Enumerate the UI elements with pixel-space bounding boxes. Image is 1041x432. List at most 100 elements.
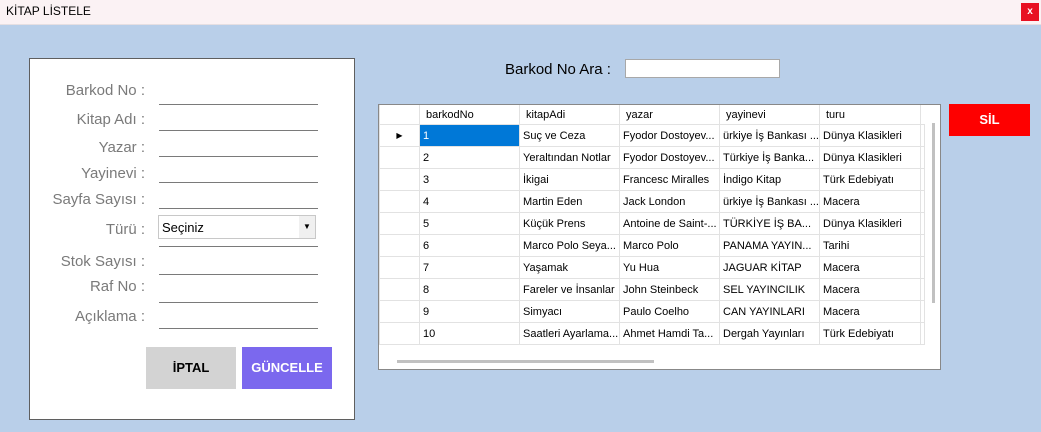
table-row[interactable]: 4 Martin Eden Jack London ürkiye İş Bankası…	[379, 190, 925, 213]
table-row[interactable]: 7 Yaşamak Yu Hua JAGUAR KİTAP Macera	[379, 256, 925, 279]
table-row[interactable]: 3 İkigai Francesc Miralles İndigo Kitap Türk…	[379, 168, 925, 191]
table-cell[interactable]: Türkiye İş Banka...	[719, 146, 820, 169]
table-cell-overflow	[920, 278, 925, 301]
yayinevi-field[interactable]	[159, 182, 318, 183]
table-cell[interactable]: İkigai	[519, 168, 620, 191]
barkod-search-input[interactable]	[625, 59, 780, 78]
table-cell[interactable]: Dergah Yayınları	[719, 322, 820, 345]
table-cell[interactable]: Macera	[819, 190, 921, 213]
aciklama-field[interactable]	[159, 328, 318, 329]
column-header[interactable]: yayinevi	[719, 105, 820, 125]
sayfa-field[interactable]	[159, 208, 318, 209]
table-cell[interactable]: Francesc Miralles	[619, 168, 720, 191]
table-cell[interactable]: Yaşamak	[519, 256, 620, 279]
table-cell[interactable]: 9	[419, 300, 520, 323]
table-cell[interactable]: Simyacı	[519, 300, 620, 323]
table-cell[interactable]: Antoine de Saint-...	[619, 212, 720, 235]
column-header[interactable]: kitapAdi	[519, 105, 620, 125]
table-cell[interactable]: Marco Polo Seya...	[519, 234, 620, 257]
yazar-label: Yazar :	[98, 139, 145, 156]
table-cell[interactable]: 7	[419, 256, 520, 279]
row-header[interactable]	[379, 212, 420, 235]
table-cell[interactable]: SEL YAYINCILIK	[719, 278, 820, 301]
vertical-scrollbar[interactable]	[932, 123, 935, 303]
current-row-arrow-icon[interactable]: ▶	[379, 124, 420, 147]
row-header[interactable]	[379, 146, 420, 169]
table-cell[interactable]: 2	[419, 146, 520, 169]
table-row[interactable]: 8 Fareler ve İnsanlar John Steinbeck SEL YA…	[379, 278, 925, 301]
table-cell[interactable]: John Steinbeck	[619, 278, 720, 301]
barkod-field[interactable]	[159, 104, 318, 105]
table-cell[interactable]: Jack London	[619, 190, 720, 213]
table-cell[interactable]: CAN YAYINLARI	[719, 300, 820, 323]
horizontal-scrollbar[interactable]	[397, 360, 654, 363]
table-cell[interactable]: PANAMA YAYIN...	[719, 234, 820, 257]
table-cell[interactable]: Fareler ve İnsanlar	[519, 278, 620, 301]
row-header[interactable]	[379, 234, 420, 257]
table-cell[interactable]: Suç ve Ceza	[519, 124, 620, 147]
table-row[interactable]: 6 Marco Polo Seya... Marco Polo PANAMA YAYI…	[379, 234, 925, 257]
table-cell[interactable]: Marco Polo	[619, 234, 720, 257]
table-row[interactable]: 10 Saatleri Ayarlama... Ahmet Hamdi Ta... D…	[379, 322, 925, 345]
row-header[interactable]	[379, 278, 420, 301]
aciklama-label: Açıklama :	[74, 308, 145, 325]
table-row[interactable]: 9 Simyacı Paulo Coelho CAN YAYINLARI Macera	[379, 300, 925, 323]
table-cell-overflow	[920, 212, 925, 235]
table-row[interactable]: 5 Küçük Prens Antoine de Saint-... TÜRKİYE …	[379, 212, 925, 235]
table-cell[interactable]: Dünya Klasikleri	[819, 212, 921, 235]
book-data-grid[interactable]: barkodNo kitapAdi yazar yayinevi turu ▶ 1…	[378, 104, 941, 370]
sil-button[interactable]: SİL	[949, 104, 1030, 136]
table-cell[interactable]: Yeraltından Notlar	[519, 146, 620, 169]
table-cell[interactable]: Saatleri Ayarlama...	[519, 322, 620, 345]
stok-label: Stok Sayısı :	[60, 253, 145, 270]
row-header[interactable]	[379, 322, 420, 345]
table-cell[interactable]: Macera	[819, 256, 921, 279]
stok-field[interactable]	[159, 274, 318, 275]
table-row[interactable]: ▶ 1 Suç ve Ceza Fyodor Dostoyev... ürkiye İş…	[379, 124, 925, 147]
column-header[interactable]: yazar	[619, 105, 720, 125]
table-cell[interactable]: ürkiye İş Bankası ...	[719, 190, 820, 213]
guncelle-button[interactable]: GÜNCELLE	[242, 347, 332, 389]
table-cell[interactable]: Martin Eden	[519, 190, 620, 213]
table-row[interactable]: 2 Yeraltından Notlar Fyodor Dostoyev... Tür…	[379, 146, 925, 169]
close-button[interactable]: x	[1021, 3, 1039, 21]
table-cell[interactable]: 4	[419, 190, 520, 213]
table-cell[interactable]: Türk Edebiyatı	[819, 322, 921, 345]
table-cell[interactable]: Dünya Klasikleri	[819, 146, 921, 169]
table-cell[interactable]: Dünya Klasikleri	[819, 124, 921, 147]
table-cell[interactable]: Ahmet Hamdi Ta...	[619, 322, 720, 345]
table-cell[interactable]: 1	[419, 124, 520, 147]
kitap-adi-field[interactable]	[159, 130, 318, 131]
table-cell[interactable]: İndigo Kitap	[719, 168, 820, 191]
table-cell[interactable]: ürkiye İş Bankası ...	[719, 124, 820, 147]
row-header[interactable]	[379, 300, 420, 323]
raf-field[interactable]	[159, 302, 318, 303]
book-table: barkodNo kitapAdi yazar yayinevi turu ▶ 1…	[379, 105, 925, 345]
table-cell[interactable]: 6	[419, 234, 520, 257]
table-cell[interactable]: JAGUAR KİTAP	[719, 256, 820, 279]
column-header[interactable]: barkodNo	[419, 105, 520, 125]
table-cell[interactable]: TÜRKİYE İŞ BA...	[719, 212, 820, 235]
row-header[interactable]	[379, 190, 420, 213]
table-cell[interactable]: Yu Hua	[619, 256, 720, 279]
table-cell[interactable]: Fyodor Dostoyev...	[619, 124, 720, 147]
column-header[interactable]: turu	[819, 105, 921, 125]
row-header[interactable]	[379, 256, 420, 279]
table-cell-overflow	[920, 168, 925, 191]
table-cell[interactable]: 10	[419, 322, 520, 345]
dropdown-arrow-icon[interactable]: ▼	[299, 216, 315, 238]
table-cell[interactable]: Küçük Prens	[519, 212, 620, 235]
table-cell[interactable]: 8	[419, 278, 520, 301]
table-cell[interactable]: 5	[419, 212, 520, 235]
yazar-field[interactable]	[159, 156, 318, 157]
table-cell[interactable]: Macera	[819, 278, 921, 301]
table-cell[interactable]: Fyodor Dostoyev...	[619, 146, 720, 169]
table-cell[interactable]: Tarihi	[819, 234, 921, 257]
table-cell[interactable]: 3	[419, 168, 520, 191]
row-header[interactable]	[379, 168, 420, 191]
iptal-button[interactable]: İPTAL	[146, 347, 236, 389]
table-cell[interactable]: Macera	[819, 300, 921, 323]
table-cell[interactable]: Türk Edebiyatı	[819, 168, 921, 191]
table-cell[interactable]: Paulo Coelho	[619, 300, 720, 323]
turu-select[interactable]: Seçiniz ▼	[158, 215, 316, 239]
